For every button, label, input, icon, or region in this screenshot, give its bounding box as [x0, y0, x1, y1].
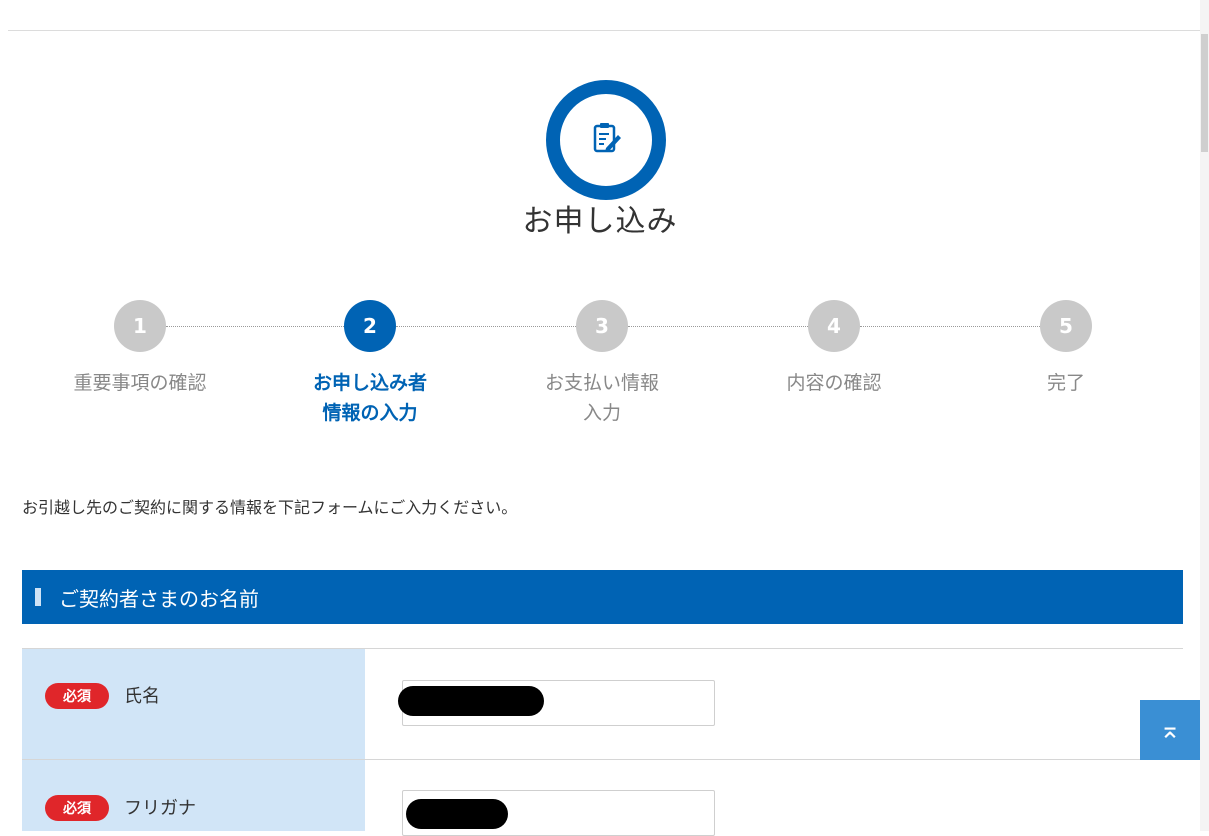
arrow-up-to-top-icon: ⌅ [1159, 715, 1181, 745]
step-3-label-line1: お支払い情報 [544, 372, 659, 394]
page-scrollbar[interactable] [1200, 0, 1209, 831]
step-2-circle: 2 [344, 300, 396, 352]
step-2-label: お申し込み者 情報の入力 [285, 368, 455, 428]
section-header: ご契約者さまのお名前 [22, 570, 1183, 624]
step-4-circle: 4 [808, 300, 860, 352]
furigana-input[interactable] [402, 790, 715, 836]
step-1-circle: 1 [114, 300, 166, 352]
name-field-label: 氏名 [124, 686, 160, 707]
required-badge: 必須 [45, 795, 109, 821]
step-1-label: 重要事項の確認 [55, 368, 225, 398]
section-title: ご契約者さまのお名前 [59, 586, 259, 611]
section-marker [35, 588, 41, 606]
step-connector [860, 326, 1040, 327]
step-connector [628, 326, 808, 327]
name-input[interactable] [398, 680, 715, 726]
required-badge: 必須 [45, 683, 109, 709]
step-5-circle: 5 [1040, 300, 1092, 352]
redacted-value [398, 686, 544, 716]
furigana-field-label: フリガナ [124, 798, 196, 819]
step-5-label-line1: 完了 [1046, 372, 1085, 394]
step-connector [166, 326, 344, 327]
step-3-circle: 3 [576, 300, 628, 352]
step-connector [396, 326, 576, 327]
application-hero-icon [546, 80, 666, 200]
redacted-value [406, 799, 508, 829]
step-4-label: 内容の確認 [749, 368, 919, 398]
page-title: お申し込み [522, 204, 678, 239]
step-2-label-line1: お申し込み者 [312, 372, 427, 394]
step-4-label-line1: 内容の確認 [786, 372, 882, 394]
clipboard-pen-icon [589, 121, 623, 159]
step-1-label-line1: 重要事項の確認 [73, 372, 207, 394]
step-5-label: 完了 [981, 368, 1151, 398]
header-divider [8, 30, 1200, 31]
scroll-to-top-button[interactable]: ⌅ [1140, 700, 1200, 760]
step-3-label-line2: 入力 [582, 402, 621, 424]
step-2-label-line2: 情報の入力 [322, 402, 418, 424]
scrollbar-thumb[interactable] [1201, 34, 1208, 152]
step-3-label: お支払い情報 入力 [517, 368, 687, 428]
form-instructions: お引越し先のご契約に関する情報を下記フォームにご入力ください。 [22, 498, 518, 517]
